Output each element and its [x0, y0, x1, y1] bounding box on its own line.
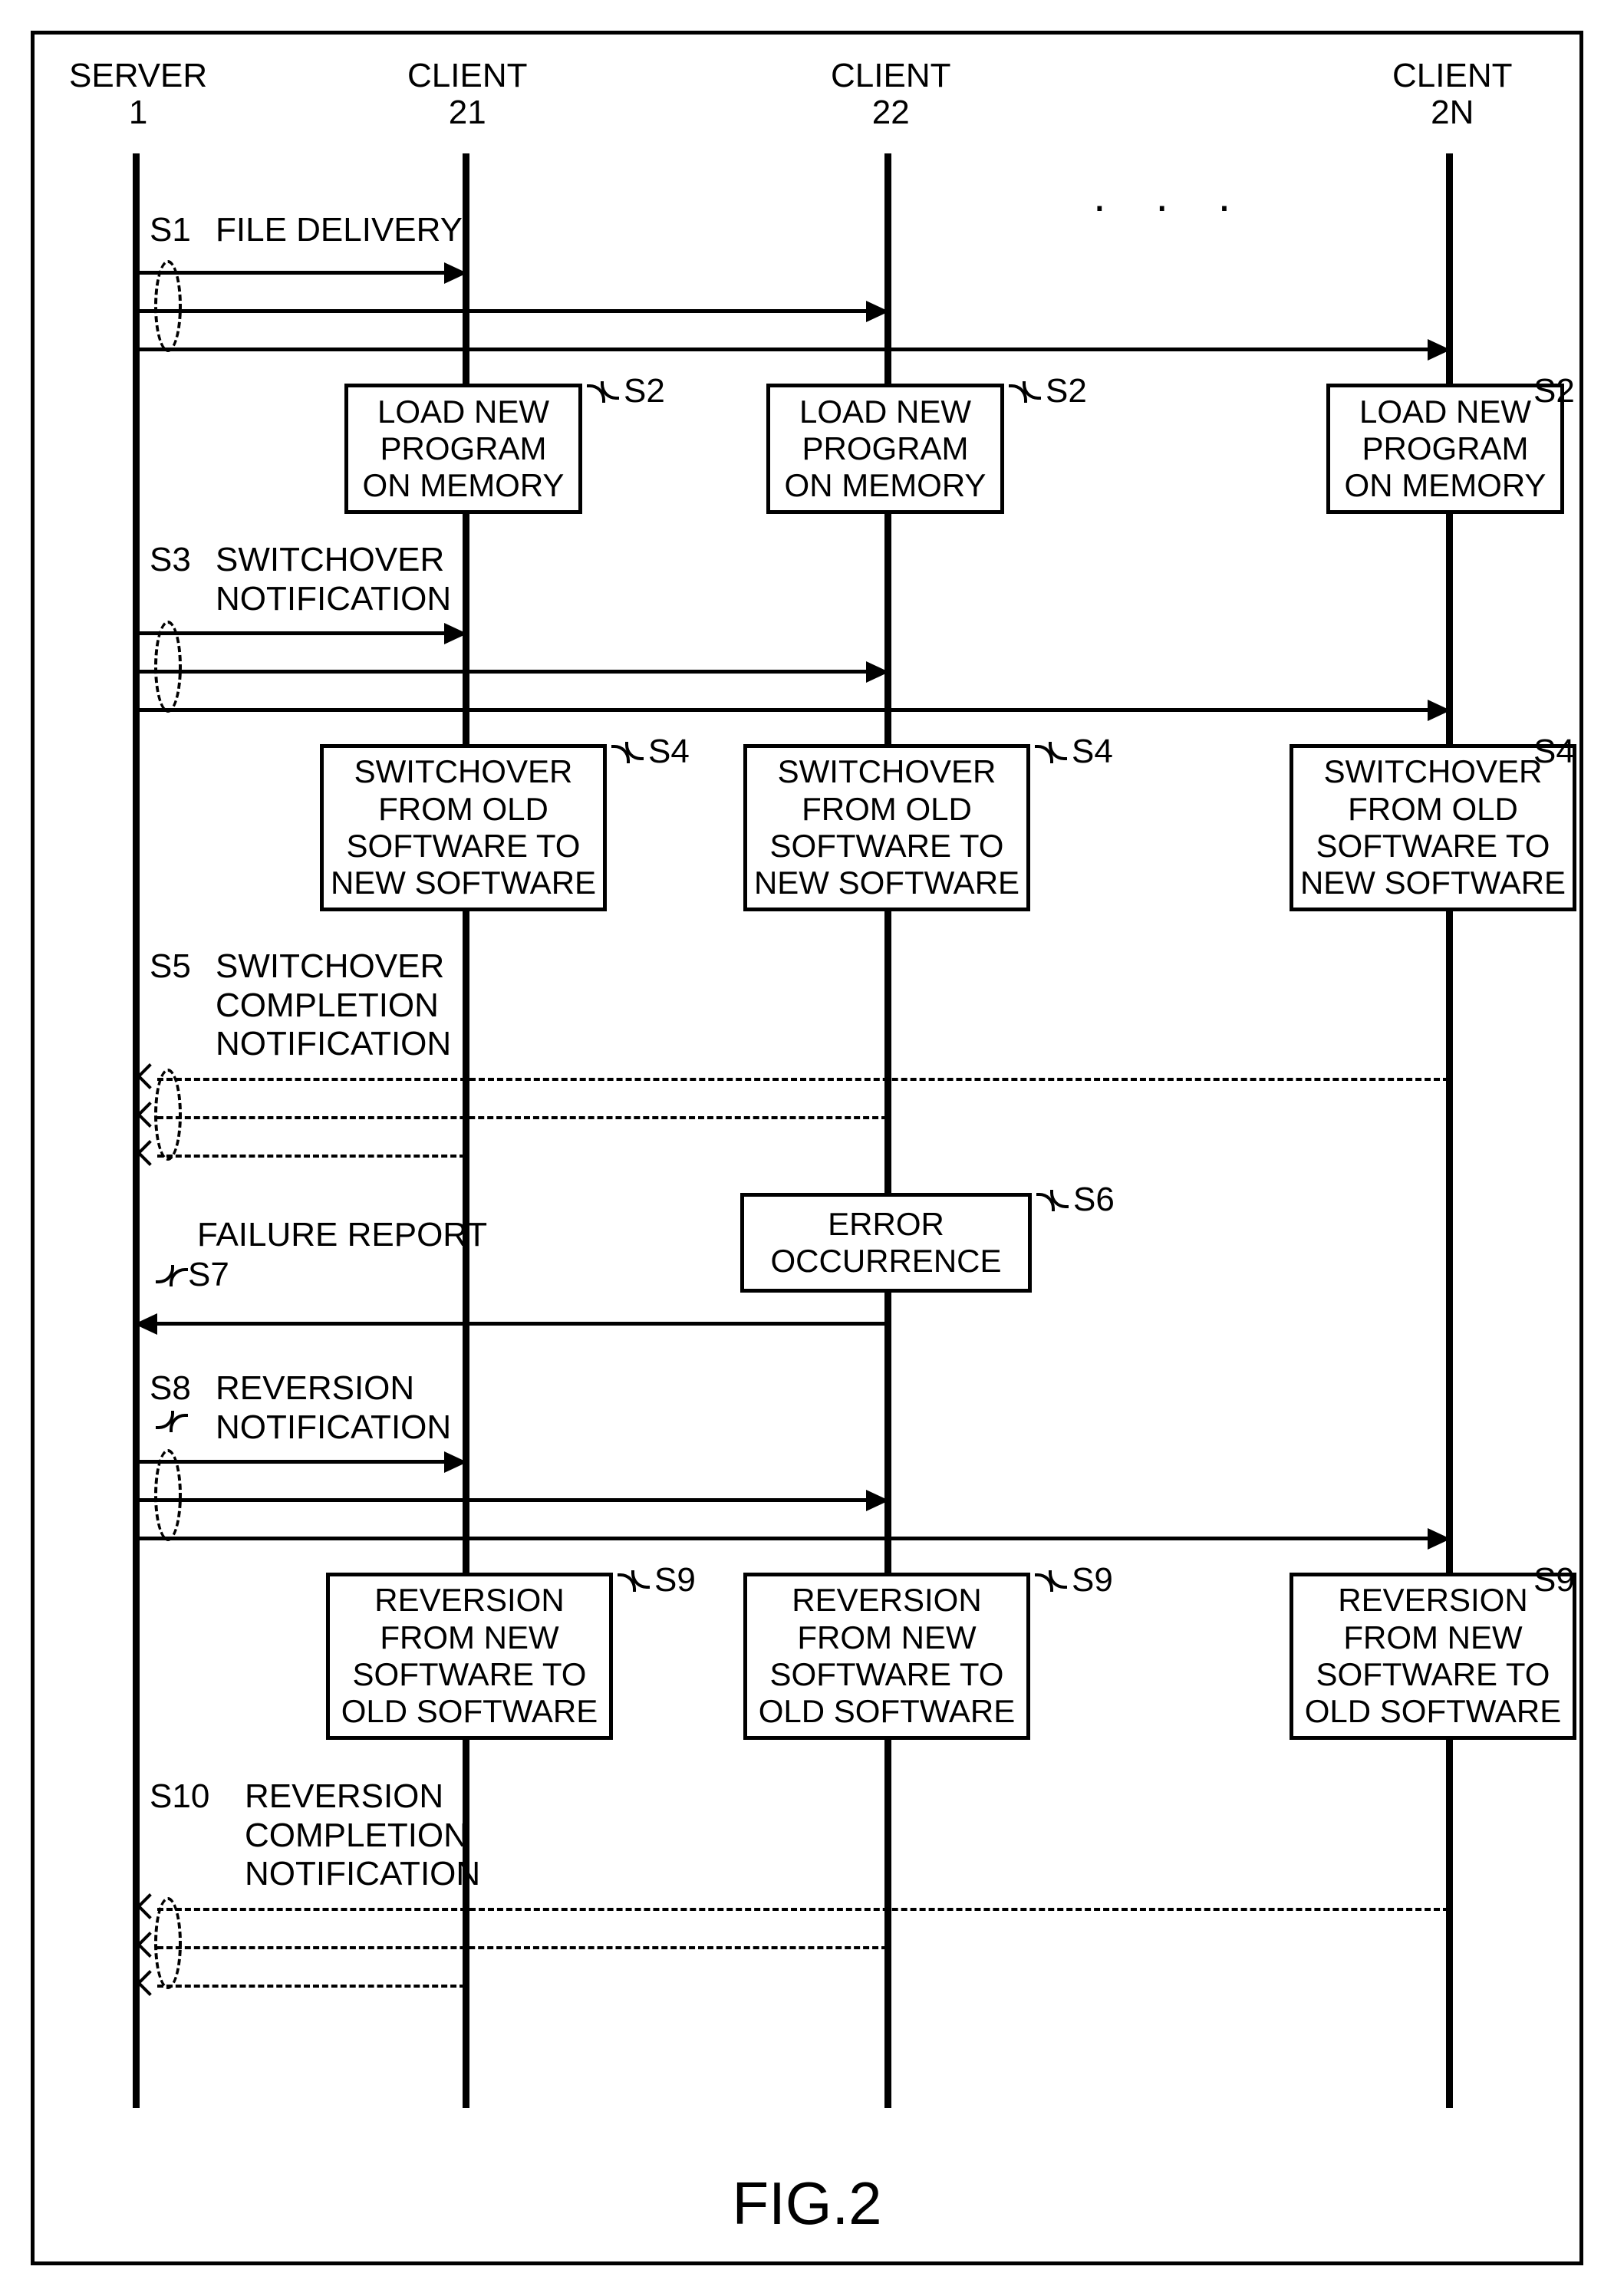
s9-squiggle-c22: [1035, 1567, 1066, 1592]
s6-squiggle: [1036, 1187, 1067, 1211]
s3-arrow-c21: [140, 631, 459, 635]
s8-tag: S8: [150, 1369, 191, 1408]
s5-arrow-c21: [157, 1155, 466, 1158]
s1-arrowhead-c21: [444, 262, 467, 284]
s7-arrowhead: [134, 1313, 157, 1335]
s10-label: REVERSION COMPLETION NOTIFICATION: [245, 1777, 480, 1894]
client2n-label: CLIENT 2N: [1392, 58, 1512, 132]
s2-tag-c21: S2: [624, 372, 665, 410]
s10-bundle: [154, 1897, 182, 1989]
s1-tag: S1: [150, 211, 191, 249]
s7-squiggle: [157, 1262, 188, 1286]
figure-caption: FIG.2: [732, 2169, 881, 2238]
s8-arrow-c2n: [140, 1537, 1441, 1540]
s8-label: REVERSION NOTIFICATION: [216, 1369, 451, 1447]
s9-tag-c2n: S9: [1533, 1561, 1575, 1599]
s4-box-c22: SWITCHOVER FROM OLD SOFTWARE TO NEW SOFT…: [743, 744, 1030, 911]
client22-label: CLIENT 22: [831, 58, 950, 132]
s5-arrow-c22: [157, 1116, 888, 1119]
s10-tag: S10: [150, 1777, 209, 1816]
s5-tag: S5: [150, 947, 191, 986]
s4-squiggle-c22: [1035, 739, 1066, 763]
s1-arrow-c21: [140, 271, 459, 275]
s1-bundle: [154, 260, 182, 352]
s3-arrow-c2n: [140, 708, 1441, 712]
s3-arrowhead-c22: [866, 661, 889, 683]
s6-tag: S6: [1073, 1181, 1115, 1219]
s9-box-c22: REVERSION FROM NEW SOFTWARE TO OLD SOFTW…: [743, 1573, 1030, 1740]
s8-bundle: [154, 1449, 182, 1541]
s9-squiggle-c21: [618, 1567, 648, 1592]
s1-arrowhead-c2n: [1428, 339, 1451, 361]
s2-tag-c22: S2: [1046, 372, 1087, 410]
s4-tag-c2n: S4: [1533, 733, 1575, 771]
s8-arrow-c22: [140, 1498, 881, 1502]
s6-box: ERROR OCCURRENCE: [740, 1193, 1032, 1293]
s4-squiggle-c21: [611, 739, 642, 763]
s5-arrow-c2n: [157, 1078, 1449, 1081]
s2-box-c22: LOAD NEW PROGRAM ON MEMORY: [766, 384, 1004, 514]
s8-arrowhead-c2n: [1428, 1528, 1451, 1550]
s10-arrow-c21: [157, 1985, 466, 1988]
server-label: SERVER 1: [69, 58, 207, 132]
s2-box-c21: LOAD NEW PROGRAM ON MEMORY: [344, 384, 582, 514]
sequence-diagram: SERVER 1 CLIENT 21 CLIENT 22 CLIENT 2N .…: [31, 31, 1583, 2265]
s5-bundle: [154, 1069, 182, 1161]
s4-box-c21: SWITCHOVER FROM OLD SOFTWARE TO NEW SOFT…: [320, 744, 607, 911]
s1-arrowhead-c22: [866, 301, 889, 322]
s2-box-c2n: LOAD NEW PROGRAM ON MEMORY: [1326, 384, 1564, 514]
s1-label: FILE DELIVERY: [216, 211, 463, 250]
s4-tag-c21: S4: [648, 733, 690, 771]
s9-tag-c21: S9: [654, 1561, 696, 1599]
s8-squiggle: [157, 1408, 188, 1432]
s3-tag: S3: [150, 541, 191, 579]
client21-label: CLIENT 21: [407, 58, 527, 132]
s2-squiggle-c22: [1009, 378, 1039, 403]
s4-tag-c22: S4: [1072, 733, 1113, 771]
s1-arrow-c22: [140, 309, 881, 313]
s3-arrowhead-c21: [444, 623, 467, 644]
s9-tag-c22: S9: [1072, 1561, 1113, 1599]
s10-arrow-c2n: [157, 1908, 1449, 1911]
s3-arrowhead-c2n: [1428, 700, 1451, 721]
ellipsis: . . .: [1093, 169, 1249, 222]
s8-arrowhead-c21: [444, 1451, 467, 1473]
s3-arrow-c22: [140, 670, 881, 674]
s10-arrow-c22: [157, 1946, 888, 1949]
s9-box-c21: REVERSION FROM NEW SOFTWARE TO OLD SOFTW…: [326, 1573, 613, 1740]
s3-bundle: [154, 621, 182, 713]
s7-tag: S7: [188, 1256, 229, 1294]
s8-arrow-c21: [140, 1460, 459, 1464]
server-lifeline: [133, 153, 140, 2108]
s7-arrow: [156, 1322, 886, 1326]
s1-arrow-c2n: [140, 348, 1441, 351]
s7-label: FAILURE REPORT: [197, 1216, 487, 1255]
s3-label: SWITCHOVER NOTIFICATION: [216, 541, 451, 618]
s2-tag-c2n: S2: [1533, 372, 1575, 410]
s5-label: SWITCHOVER COMPLETION NOTIFICATION: [216, 947, 451, 1064]
s8-arrowhead-c22: [866, 1490, 889, 1511]
s2-squiggle-c21: [587, 378, 618, 403]
